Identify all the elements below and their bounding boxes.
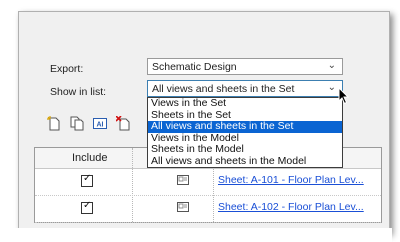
sheet-icon <box>177 202 189 212</box>
include-checkbox[interactable]: ✓ <box>81 173 93 187</box>
show-in-list-label: Show in list: <box>50 86 107 98</box>
dropdown-option[interactable]: All views and sheets in the Model <box>148 155 342 168</box>
export-select-value: Schematic Design <box>152 61 237 73</box>
table-row[interactable]: ✓ Sheet: A-101 - Floor Plan Lev... <box>35 169 381 196</box>
sheet-icon <box>177 175 189 185</box>
rename-set-icon[interactable]: AI <box>93 116 107 131</box>
torn-edge-bottom <box>10 228 392 242</box>
include-checkbox[interactable]: ✓ <box>81 200 93 214</box>
dropdown-option[interactable]: Sheets in the Model <box>148 143 342 156</box>
show-in-list-value: All views and sheets in the Set <box>152 83 295 95</box>
chevron-down-icon: ⌄ <box>327 60 336 71</box>
sheet-link[interactable]: Sheet: A-101 - Floor Plan Lev... <box>218 174 364 186</box>
duplicate-set-icon[interactable] <box>70 116 84 131</box>
svg-text:AI: AI <box>97 122 104 129</box>
delete-set-icon[interactable] <box>116 116 130 131</box>
table-row[interactable]: ✓ Sheet: A-102 - Floor Plan Lev... <box>35 196 381 223</box>
chevron-down-icon: ⌄ <box>327 82 336 93</box>
show-in-list-dropdown: Views in the Set Sheets in the Set All v… <box>147 97 343 168</box>
export-select[interactable]: Schematic Design ⌄ <box>147 58 343 75</box>
show-in-list-select[interactable]: All views and sheets in the Set ⌄ <box>147 80 343 97</box>
export-label: Export: <box>50 63 84 75</box>
sheet-link[interactable]: Sheet: A-102 - Floor Plan Lev... <box>218 201 364 213</box>
mouse-cursor-icon <box>338 87 350 105</box>
dropdown-option[interactable]: Views in the Set <box>148 97 342 110</box>
dropdown-option-selected[interactable]: All views and sheets in the Set <box>148 120 342 133</box>
new-set-icon[interactable] <box>47 116 61 131</box>
column-header-include[interactable]: Include <box>72 152 107 164</box>
